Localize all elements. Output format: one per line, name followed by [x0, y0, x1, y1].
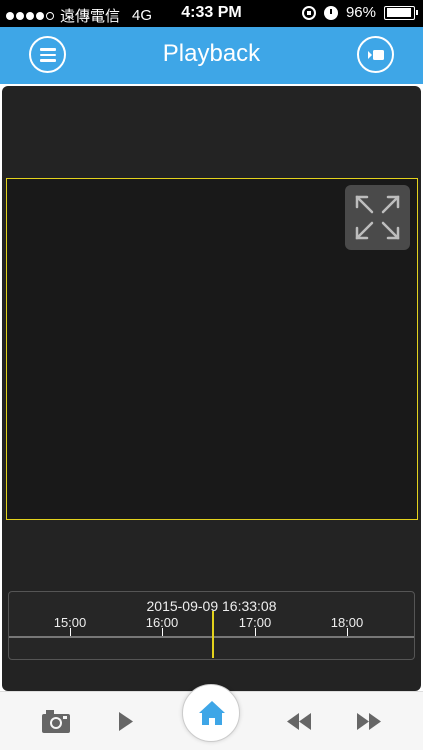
- home-button[interactable]: [182, 684, 240, 742]
- nav-bar: Playback: [0, 27, 423, 84]
- fast-forward-icon: [357, 713, 381, 730]
- bottom-toolbar: [0, 684, 423, 750]
- playback-panel: 2015-09-09 16:33:08 15:00 16:00 17:00 18…: [2, 86, 421, 691]
- camera-list-button[interactable]: [357, 36, 394, 73]
- timeline-tick: [347, 628, 348, 636]
- timeline-tick: [162, 628, 163, 636]
- fast-forward-button[interactable]: [352, 692, 386, 750]
- status-bar: 遠傳電信 4G 4:33 PM 96%: [0, 0, 423, 27]
- timeline-tick: [70, 628, 71, 636]
- battery-icon: [384, 5, 418, 20]
- status-right: 96%: [301, 4, 418, 21]
- alarm-icon: [323, 5, 338, 20]
- battery-percent: 96%: [345, 4, 376, 21]
- home-icon: [199, 701, 225, 725]
- rotation-lock-icon: [301, 5, 316, 20]
- snapshot-button[interactable]: [36, 692, 76, 750]
- play-icon: [119, 712, 133, 731]
- timeline-cursor[interactable]: [212, 611, 214, 658]
- expand-arrows-icon: [355, 195, 400, 240]
- play-button[interactable]: [110, 692, 140, 750]
- fullscreen-button[interactable]: [345, 185, 410, 250]
- camera-video-icon: [368, 50, 384, 60]
- video-viewport[interactable]: [6, 178, 418, 520]
- rewind-icon: [287, 713, 311, 730]
- playback-timeline[interactable]: 2015-09-09 16:33:08 15:00 16:00 17:00 18…: [8, 591, 415, 660]
- camera-snapshot-icon: [42, 710, 70, 733]
- rewind-button[interactable]: [282, 692, 316, 750]
- timeline-tick: [255, 628, 256, 636]
